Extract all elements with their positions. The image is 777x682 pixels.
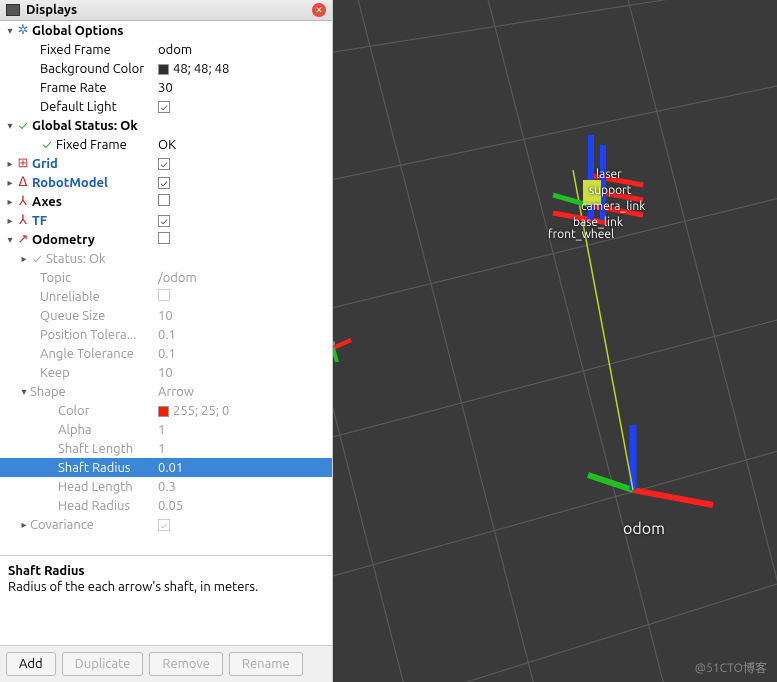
panel-titlebar[interactable]: Displays ✕ (0, 0, 332, 21)
prop-keep[interactable]: Keep10 (0, 363, 332, 382)
item-odometry[interactable]: ▾ ↗ Odometry (0, 230, 332, 249)
button-bar: Add Duplicate Remove Rename (0, 645, 332, 682)
remove-button[interactable]: Remove (149, 652, 223, 676)
odom-label: odom (623, 520, 665, 538)
gear-icon: ✲ (16, 23, 30, 38)
item-global-status[interactable]: ▾ ✓ Global Status: Ok (0, 116, 332, 135)
prop-default-light[interactable]: Default Light✓ (0, 97, 332, 116)
tf-icon: ⅄ (16, 213, 30, 228)
help-body: Radius of the each arrow's shaft, in met… (8, 580, 324, 594)
odometry-icon: ↗ (16, 232, 30, 247)
displays-panel: Displays ✕ ▾ ✲ Global Options Fixed Fram… (0, 0, 333, 682)
item-tf[interactable]: ▸ ⅄ TF ✓ (0, 211, 332, 230)
checkbox[interactable] (158, 194, 170, 206)
expand-icon[interactable]: ▸ (4, 158, 16, 170)
color-swatch (158, 64, 169, 75)
expand-icon[interactable]: ▸ (4, 215, 16, 227)
checkbox[interactable]: ✓ (158, 215, 170, 227)
check-icon: ✓ (40, 138, 54, 152)
checkbox[interactable]: ✓ (158, 177, 170, 189)
item-robotmodel[interactable]: ▸ ⵠ RobotModel ✓ (0, 173, 332, 192)
prop-shaft-length[interactable]: Shaft Length1 (0, 439, 332, 458)
property-tree[interactable]: ▾ ✲ Global Options Fixed Frameodom Backg… (0, 21, 332, 555)
item-odom-status[interactable]: ▸✓Status: Ok (0, 249, 332, 268)
cluster-label: laser (596, 168, 622, 181)
prop-unreliable[interactable]: Unreliable (0, 287, 332, 306)
help-panel: Shaft Radius Radius of the each arrow's … (0, 555, 332, 645)
cluster-label: front_wheel (548, 228, 614, 241)
prop-pos-tol[interactable]: Position Tolera...0.1 (0, 325, 332, 344)
cluster-label: support (589, 184, 631, 197)
grid-lines (333, 0, 777, 682)
prop-shape[interactable]: ▾ShapeArrow (0, 382, 332, 401)
checkbox[interactable]: ✓ (158, 101, 170, 113)
expand-icon[interactable]: ▸ (4, 177, 16, 189)
prop-shaft-radius[interactable]: Shaft Radius0.01 (0, 458, 332, 477)
item-global-options[interactable]: ▾ ✲ Global Options (0, 21, 332, 40)
panel-title: Displays (26, 3, 312, 17)
close-icon[interactable]: ✕ (312, 3, 326, 17)
expand-icon[interactable]: ▸ (4, 196, 16, 208)
expand-icon[interactable]: ▾ (4, 25, 16, 37)
checkbox[interactable] (158, 289, 170, 301)
expand-icon[interactable]: ▸ (18, 253, 30, 265)
grid-icon: ⊞ (16, 156, 30, 171)
monitor-icon (6, 4, 20, 16)
help-title: Shaft Radius (8, 564, 324, 578)
duplicate-button[interactable]: Duplicate (62, 652, 144, 676)
prop-fixed-frame[interactable]: Fixed Frameodom (0, 40, 332, 59)
expand-icon[interactable]: ▾ (4, 120, 16, 132)
watermark: @51CTO博客 (695, 659, 767, 676)
checkbox[interactable]: ✓ (158, 158, 170, 170)
prop-covariance[interactable]: ▸Covariance✓ (0, 515, 332, 534)
prop-ang-tol[interactable]: Angle Tolerance0.1 (0, 344, 332, 363)
prop-topic[interactable]: Topic/odom (0, 268, 332, 287)
cluster-label: camera_link (581, 200, 645, 213)
rename-button[interactable]: Rename (229, 652, 303, 676)
item-grid[interactable]: ▸ ⊞ Grid ✓ (0, 154, 332, 173)
prop-head-length[interactable]: Head Length0.3 (0, 477, 332, 496)
expand-icon[interactable]: ▾ (4, 234, 16, 246)
check-icon: ✓ (30, 252, 44, 266)
check-icon: ✓ (16, 119, 30, 133)
checkbox[interactable] (158, 232, 170, 244)
prop-alpha[interactable]: Alpha1 (0, 420, 332, 439)
expand-icon[interactable]: ▸ (18, 519, 30, 531)
prop-frame-rate[interactable]: Frame Rate30 (0, 78, 332, 97)
item-axes[interactable]: ▸ ⅄ Axes (0, 192, 332, 211)
prop-queue-size[interactable]: Queue Size10 (0, 306, 332, 325)
add-button[interactable]: Add (6, 652, 56, 676)
prop-bg-color[interactable]: Background Color48; 48; 48 (0, 59, 332, 78)
color-swatch (158, 406, 169, 417)
checkbox[interactable]: ✓ (158, 519, 170, 531)
status-fixed-frame[interactable]: ✓Fixed FrameOK (0, 135, 332, 154)
expand-icon[interactable]: ▾ (18, 386, 30, 398)
prop-head-radius[interactable]: Head Radius0.05 (0, 496, 332, 515)
3d-viewport[interactable]: odom laser support camera_link base_link… (333, 0, 777, 682)
axes-icon: ⅄ (16, 194, 30, 209)
robot-icon: ⵠ (16, 175, 30, 190)
corner-axis (333, 340, 363, 370)
prop-color[interactable]: Color255; 25; 0 (0, 401, 332, 420)
